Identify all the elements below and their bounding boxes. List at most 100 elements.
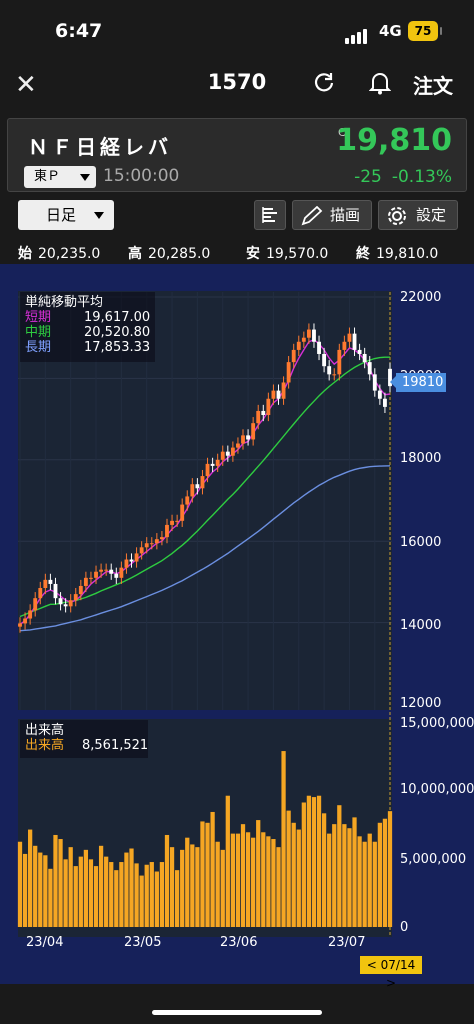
volume-bar	[362, 841, 367, 927]
candle-body	[104, 569, 109, 571]
candle-body	[58, 598, 63, 605]
candle-body	[210, 463, 215, 466]
volume-bar	[190, 844, 195, 927]
volume-bar	[83, 849, 89, 927]
volume-bar	[382, 818, 388, 927]
volume-bar	[281, 751, 286, 927]
volume-bar	[251, 837, 256, 927]
ma-legend-title: 単純移動平均	[25, 295, 104, 310]
volume-bar	[129, 848, 134, 927]
candle-body	[43, 579, 48, 589]
volume-bar	[286, 810, 291, 927]
candle-body	[317, 341, 321, 354]
volume-bar	[205, 822, 210, 927]
candle-body	[281, 382, 286, 399]
volume-bar	[93, 866, 99, 927]
price-tick: 22000	[400, 290, 442, 305]
x-tick: 23/05	[124, 935, 162, 950]
candle-body	[225, 451, 230, 456]
candle-body	[53, 583, 58, 599]
candle-body	[251, 423, 256, 440]
candle-body	[99, 569, 104, 572]
volume-bar	[119, 862, 124, 927]
volume-label: 出来高	[25, 738, 65, 753]
volume-bar	[164, 834, 170, 927]
price-tick: 16000	[400, 535, 442, 550]
candle-body	[154, 539, 159, 544]
candle-body	[352, 333, 357, 350]
short-ma-value: 19,617.00	[84, 310, 151, 325]
candle-body	[291, 349, 296, 363]
volume-bar	[256, 820, 261, 927]
candle-body	[296, 341, 301, 350]
candle-body	[139, 547, 144, 554]
volume-bar	[88, 859, 94, 927]
candle-body	[276, 390, 281, 399]
x-tick: 23/04	[26, 935, 64, 950]
volume-bar	[180, 849, 185, 927]
candle-body	[134, 553, 139, 562]
candle-body	[246, 435, 251, 440]
cursor-date-tag[interactable]: < 07/14 >	[360, 956, 422, 990]
candle-body	[129, 559, 134, 562]
volume-bar	[327, 833, 332, 927]
candle-body	[362, 353, 367, 363]
candle-body	[190, 484, 195, 497]
candle-body	[185, 496, 190, 505]
candle-body	[332, 374, 337, 376]
volume-bar	[387, 811, 393, 927]
volume-bar	[124, 852, 129, 927]
volume-bar	[22, 853, 28, 927]
candle-body	[78, 585, 83, 595]
volume-bar	[306, 795, 312, 927]
candle-body	[94, 571, 98, 578]
volume-tick: 10,000,000	[400, 782, 474, 797]
volume-bar	[174, 870, 180, 927]
volume-bar	[225, 795, 230, 927]
volume-bar	[245, 832, 251, 927]
volume-bar	[33, 845, 38, 927]
long-ma-value: 17,853.33	[84, 340, 151, 355]
candle-body	[33, 598, 38, 611]
volume-bar	[296, 829, 301, 927]
long-ma-label: 長期	[25, 340, 52, 355]
volume-bar	[291, 822, 296, 927]
candle-body	[215, 459, 220, 466]
volume-bar	[347, 828, 352, 927]
volume-bar	[68, 847, 73, 927]
candle-body	[347, 333, 352, 342]
volume-bar	[372, 841, 377, 927]
volume-bar	[149, 862, 154, 927]
candle-body	[230, 447, 235, 456]
candle-body	[205, 463, 210, 477]
price-tick: 18000	[400, 451, 442, 466]
volume-tick: 5,000,000	[400, 852, 467, 867]
candle-body	[261, 410, 266, 416]
candle-body	[180, 504, 185, 521]
volume-bar	[53, 834, 58, 927]
volume-bar	[215, 841, 220, 927]
volume-bar	[276, 847, 281, 927]
x-tick: 23/07	[328, 935, 366, 950]
candle-body	[377, 390, 382, 399]
ma-legend: 単純移動平均 短期 19,617.00 中期 20,520.80 長期 17,853.…	[20, 292, 155, 362]
candle-body	[89, 577, 93, 579]
volume-bar	[301, 802, 306, 927]
volume-bar	[28, 829, 33, 927]
volume-bar	[367, 833, 372, 927]
volume-tick: 15,000,000	[400, 716, 474, 731]
mid-ma-label: 中期	[25, 325, 52, 340]
volume-bar	[311, 797, 317, 927]
home-indicator	[152, 1010, 322, 1015]
volume-bar	[109, 862, 114, 927]
candle-body	[119, 567, 124, 578]
volume-bar	[185, 837, 190, 927]
candle-body	[372, 374, 377, 391]
candle-body	[149, 543, 154, 545]
candle-body	[200, 476, 205, 489]
volume-bar	[144, 864, 149, 927]
candle-body	[28, 610, 33, 619]
volume-bar	[332, 824, 337, 927]
volume-bar	[266, 836, 271, 927]
volume-bar	[58, 839, 63, 927]
